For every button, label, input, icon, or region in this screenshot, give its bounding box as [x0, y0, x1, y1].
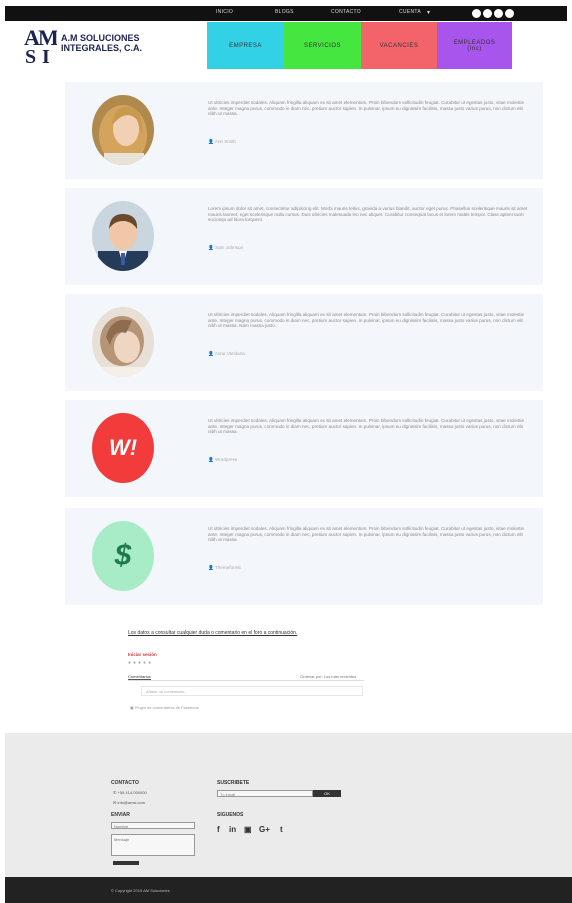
card-text: Lorem ipsum dolor sit amet, consectetur …	[208, 206, 528, 223]
logo-text: W!	[108, 435, 138, 460]
card-author[interactable]: 👤 Ann Smith	[208, 139, 236, 145]
social-heading: SIGUENOS	[217, 812, 244, 818]
brand-line-1: A.M SOLUCIONES	[61, 33, 140, 43]
message-field[interactable]: Mensaje	[111, 834, 195, 856]
phone-line: ✆ +58 414-000000	[113, 790, 147, 795]
subscribe-heading: SUSCRIBETE	[217, 780, 250, 786]
testimonial-card: $ Ut ultricies imperdiet sodales. Aliqua…	[65, 508, 543, 605]
subscribe-input[interactable]: Tu email	[217, 790, 313, 797]
tile-sublabel: (Inc)	[467, 45, 482, 52]
author-name: Wordpress	[215, 457, 238, 462]
facebook-plugin[interactable]: ▣ Plugin de comentarios de Facebook	[130, 705, 199, 710]
svg-text:S: S	[25, 46, 36, 65]
phone-number: +58 414-000000	[117, 790, 147, 795]
facebook-icon[interactable]	[472, 9, 481, 18]
tile-empresa[interactable]: EMPRESA	[207, 22, 284, 69]
card-text: Ut ultricies imperdiet sodales. Aliquam …	[208, 526, 525, 543]
comment-input[interactable]: Añadir un comentario...	[141, 686, 363, 696]
tile-label: EMPRESA	[229, 42, 262, 49]
send-button[interactable]: Enviar	[113, 861, 139, 865]
footer-bottom-bar: © Copyright 2015 AM Soluciones	[5, 877, 572, 903]
card-text: Ut ultricies imperdiet sodales. Aliquam …	[208, 418, 525, 435]
tile-empleados[interactable]: EMPLEADOS (Inc)	[437, 22, 512, 69]
testimonial-card: Lorem ipsum dolor sit amet, consectetur …	[65, 188, 543, 285]
svg-text:I: I	[42, 46, 50, 65]
avatar	[92, 95, 154, 165]
testimonial-card: Ut ultricies imperdiet sodales. Aliquam …	[65, 294, 543, 391]
chevron-down-icon[interactable]: ▾	[427, 9, 430, 16]
card-author[interactable]: 👤 Sam Johnson	[208, 245, 243, 251]
google-plus-icon[interactable]: G+	[259, 825, 270, 834]
author-name: Ann Smith	[214, 139, 236, 144]
nav-blogs[interactable]: BLOGS	[275, 9, 294, 15]
email-address[interactable]: info@amsi.com	[117, 800, 145, 805]
author-name: Themeforest	[214, 565, 241, 570]
google-plus-icon[interactable]	[505, 9, 514, 18]
avatar	[92, 307, 154, 377]
instagram-icon[interactable]	[494, 9, 503, 18]
instagram-icon[interactable]: ▣	[244, 825, 252, 834]
comment-heading: Los datos a consultar cualquier duda o c…	[128, 630, 298, 636]
card-author[interactable]: 👤 Themeforest	[208, 565, 241, 571]
email-line: ✉ info@amsi.com	[113, 800, 146, 805]
brand-line-2: INTEGRALES, C.A.	[61, 43, 143, 53]
author-name: Sam Johnson	[215, 245, 244, 250]
subscribe-button[interactable]: OK	[313, 790, 341, 797]
twitter-icon[interactable]	[483, 9, 492, 18]
card-author[interactable]: 👤 Wordpress	[208, 457, 237, 463]
author-name: Anna Vandana	[214, 351, 245, 356]
contact-heading: CONTACTO	[111, 780, 139, 786]
tile-label: SERVICIOS	[303, 42, 342, 49]
tile-label: VACANCIES	[379, 42, 419, 49]
top-nav-bar: INICIO BLOGS CONTACTO CUENTA ▾	[5, 6, 567, 21]
logo[interactable]: A M S I	[23, 23, 57, 65]
testimonial-card: Ut ultricies imperdiet sodales. Aliquam …	[65, 82, 543, 179]
card-author[interactable]: 👤 Anna Vandana	[208, 351, 245, 357]
login-provider-icons[interactable]: ●●●●●	[128, 660, 153, 666]
facebook-icon[interactable]: f	[217, 825, 220, 834]
linkedin-icon[interactable]: in	[229, 825, 236, 834]
nav-contacto[interactable]: CONTACTO	[331, 9, 361, 15]
brand-name: A.M SOLUCIONES INTEGRALES, C.A.	[61, 33, 142, 53]
card-text: Ut ultricies imperdiet sodales. Aliquam …	[208, 312, 525, 329]
nav-cuenta[interactable]: CUENTA	[399, 9, 421, 15]
wordpress-logo: W!	[92, 413, 154, 483]
dollar-logo: $	[92, 521, 154, 591]
nav-inicio[interactable]: INICIO	[216, 9, 233, 15]
twitter-icon[interactable]: t	[280, 825, 283, 834]
comment-divider	[128, 680, 364, 681]
testimonial-card: W! Ut ultricies imperdiet sodales. Aliqu…	[65, 400, 543, 497]
copyright-text: © Copyright 2015 AM Soluciones	[111, 888, 170, 893]
tile-vacancies[interactable]: VACANCIES	[361, 22, 437, 69]
footer	[5, 733, 572, 877]
plugin-label: Plugin de comentarios de Facebook	[134, 705, 199, 710]
login-link[interactable]: Iniciar sesión	[128, 652, 157, 657]
form-heading: ENVIAR	[111, 812, 130, 818]
sort-dropdown[interactable]: Ordenar por: Los más recientes	[300, 674, 356, 679]
name-field[interactable]: Nombre	[111, 822, 195, 829]
card-text: Ut ultricies imperdiet sodales. Aliquam …	[208, 100, 525, 117]
avatar	[92, 201, 154, 271]
tile-servicios[interactable]: SERVICIOS	[284, 22, 361, 69]
dollar-icon: $	[114, 539, 132, 572]
